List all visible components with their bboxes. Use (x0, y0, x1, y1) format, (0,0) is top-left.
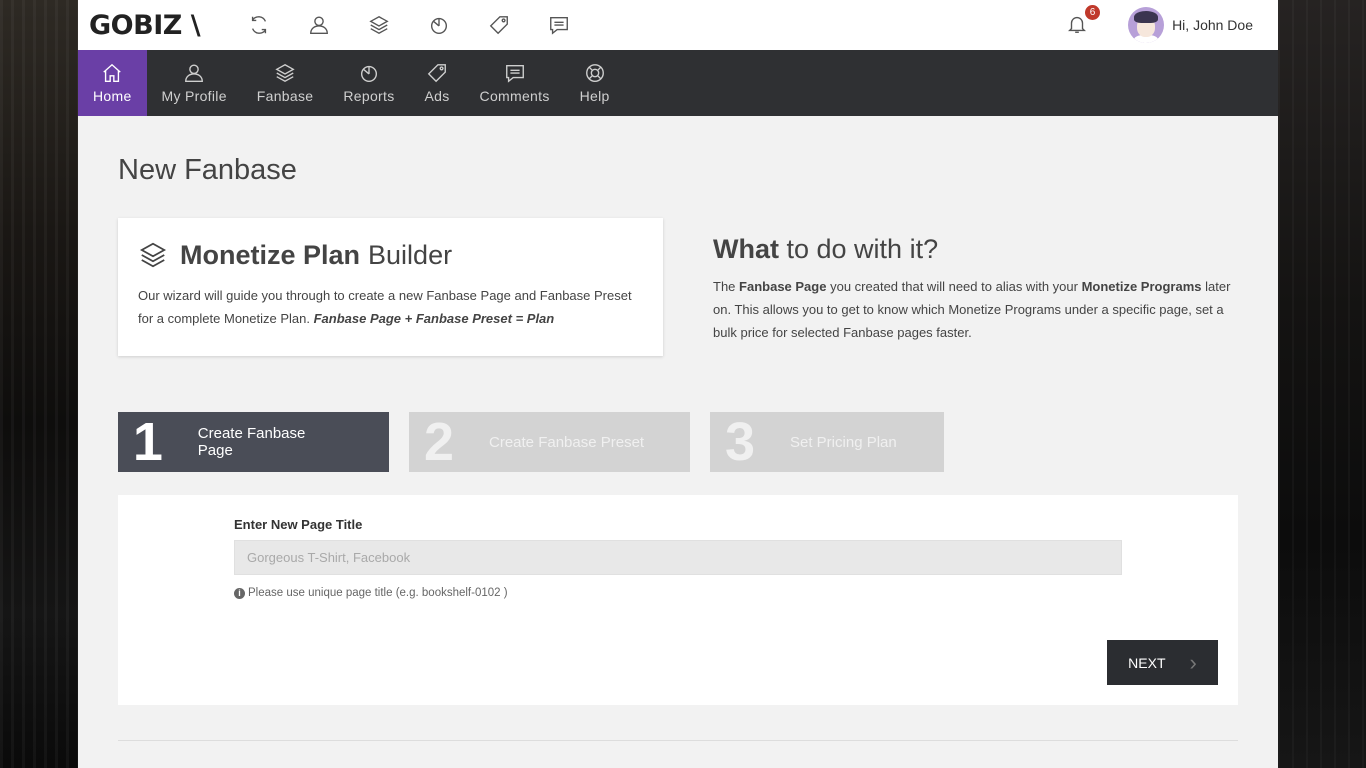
refresh-icon[interactable] (229, 0, 289, 50)
page-title: New Fanbase (118, 154, 297, 186)
page-title-form: Enter New Page Title i Please use unique… (118, 495, 1238, 705)
next-button[interactable]: NEXT › (1107, 640, 1218, 685)
nav-item-ads[interactable]: Ads (410, 50, 465, 116)
user-icon[interactable] (289, 0, 349, 50)
step-number: 2 (423, 412, 455, 472)
avatar[interactable] (1128, 7, 1165, 43)
what-text: The Fanbase Page you created that will n… (713, 275, 1233, 344)
what-text-part: The (713, 279, 736, 294)
app-window: GOBIZ \ 6 Hi, John Doe Home My Profile F… (78, 0, 1278, 768)
info-row: Monetize Plan Builder Our wizard will gu… (118, 218, 1238, 356)
background-right (1278, 0, 1366, 768)
main-content: New Fanbase Monetize Plan Builder Our wi… (78, 154, 1278, 741)
chevron-right-icon: › (1189, 649, 1197, 675)
step-create-fanbase-preset[interactable]: 2 Create Fanbase Preset (409, 412, 690, 472)
pie-chart-icon[interactable] (409, 0, 469, 50)
builder-card-title: Monetize Plan (180, 239, 361, 270)
layers-icon (275, 63, 295, 83)
step-set-pricing-plan[interactable]: 3 Set Pricing Plan (710, 412, 944, 472)
user-icon (185, 64, 204, 82)
what-text-part: you created that will need to alias with… (830, 279, 1078, 294)
what-to-do-box: What to do with it? The Fanbase Page you… (713, 218, 1233, 356)
nav-item-label: Ads (424, 88, 450, 104)
bell-icon (1066, 16, 1088, 39)
nav-item-label: Comments (479, 88, 550, 104)
step-label: Create Fanbase Page (197, 425, 306, 459)
nav-item-comments[interactable]: Comments (465, 50, 565, 116)
hint-text: Please use unique page title (e.g. books… (248, 587, 508, 599)
next-button-label: NEXT (1128, 654, 1166, 671)
builder-card-header: Monetize Plan Builder (138, 236, 643, 274)
user-area: 6 Hi, John Doe (1066, 0, 1253, 50)
page-title-hint: i Please use unique page title (e.g. boo… (234, 587, 508, 599)
info-icon: i (234, 587, 245, 599)
nav-item-label: Help (579, 88, 610, 104)
top-bar: GOBIZ \ 6 Hi, John Doe (78, 0, 1278, 50)
what-text-bold: Monetize Programs (1081, 279, 1202, 294)
builder-card: Monetize Plan Builder Our wizard will gu… (118, 218, 663, 356)
notification-bell[interactable]: 6 (1066, 5, 1101, 39)
nav-item-home[interactable]: Home (78, 50, 147, 116)
nav-item-label: Home (93, 88, 132, 104)
nav-item-label: Fanbase (256, 88, 314, 104)
page-title-input[interactable] (234, 540, 1122, 575)
builder-card-title-suffix: Builder (368, 239, 453, 270)
pie-chart-icon (360, 65, 377, 82)
nav-item-label: Reports (343, 88, 395, 104)
main-nav: Home My Profile Fanbase Reports Ads Comm… (78, 50, 1278, 116)
layers-icon[interactable] (349, 0, 409, 50)
comments-icon[interactable] (529, 0, 589, 50)
step-number: 3 (724, 412, 756, 472)
comments-icon (505, 64, 524, 83)
tag-icon[interactable] (469, 0, 529, 50)
top-icon-bar (229, 0, 589, 50)
tag-icon (427, 64, 446, 83)
step-label: Create Fanbase Preset (489, 433, 645, 451)
nav-item-fanbase[interactable]: Fanbase (242, 50, 329, 116)
user-greeting[interactable]: Hi, John Doe (1172, 17, 1253, 33)
what-heading: What to do with it? (713, 234, 1233, 265)
lifebuoy-icon (585, 64, 604, 82)
what-heading-bold: What (713, 234, 779, 264)
step-label: Set Pricing Plan (790, 433, 897, 451)
brand-logo[interactable]: GOBIZ \ (89, 10, 209, 41)
page-title-label: Enter New Page Title (234, 517, 363, 532)
step-number: 1 (132, 412, 163, 472)
nav-item-reports[interactable]: Reports (328, 50, 409, 116)
background-left (0, 0, 78, 768)
what-text-bold: Fanbase Page (739, 279, 827, 294)
nav-item-help[interactable]: Help (565, 50, 625, 116)
home-icon (103, 63, 121, 82)
nav-item-label: My Profile (161, 88, 227, 104)
wizard-steps: 1 Create Fanbase Page 2 Create Fanbase P… (118, 412, 1238, 472)
step-create-fanbase-page[interactable]: 1 Create Fanbase Page (118, 412, 389, 472)
nav-item-my-profile[interactable]: My Profile (147, 50, 242, 116)
what-heading-rest: to do with it? (786, 234, 939, 264)
builder-card-text: Our wizard will guide you through to cre… (138, 284, 643, 330)
notification-badge: 6 (1085, 5, 1101, 20)
footer-divider (118, 740, 1238, 741)
layers-icon (139, 242, 167, 268)
builder-card-formula: Fanbase Page + Fanbase Preset = Plan (313, 311, 555, 326)
